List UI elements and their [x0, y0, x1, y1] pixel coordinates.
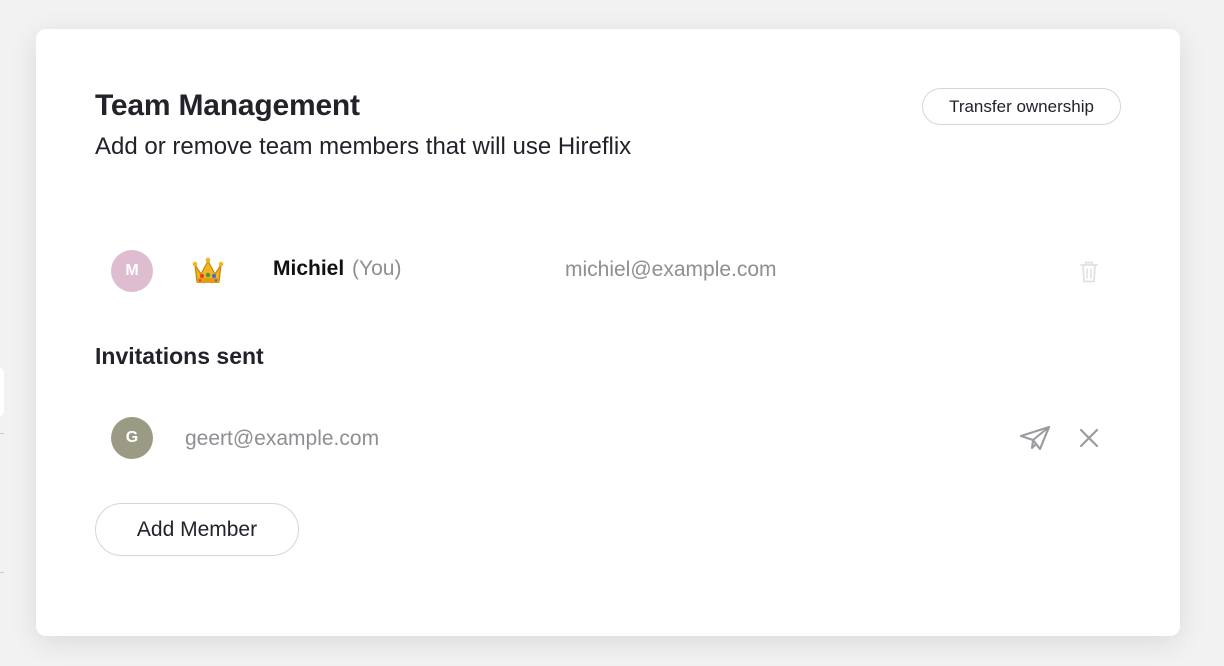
- add-member-button[interactable]: Add Member: [95, 503, 299, 556]
- background-divider: [0, 433, 4, 434]
- crown-icon: [192, 257, 224, 283]
- page-subtitle: Add or remove team members that will use…: [95, 133, 632, 160]
- invitations-title: Invitations sent: [95, 343, 264, 369]
- avatar: M: [111, 250, 153, 292]
- avatar: G: [111, 417, 153, 459]
- member-row: M Michiel (You) michiel@example.com: [95, 244, 1121, 298]
- member-name: Michiel (You): [273, 257, 401, 281]
- team-management-card: Team Management Add or remove team membe…: [36, 29, 1180, 636]
- background-divider: [0, 572, 4, 573]
- member-email: michiel@example.com: [565, 258, 777, 281]
- background-side-tab: [0, 368, 4, 416]
- close-icon[interactable]: [1078, 427, 1100, 449]
- paper-plane-icon[interactable]: [1019, 424, 1051, 452]
- transfer-ownership-button[interactable]: Transfer ownership: [922, 88, 1121, 125]
- page-title: Team Management: [95, 89, 360, 122]
- invitation-email: geert@example.com: [185, 427, 380, 450]
- member-name-text: Michiel: [273, 257, 345, 280]
- trash-icon[interactable]: [1078, 260, 1100, 284]
- invitation-row: G geert@example.com: [95, 414, 1121, 464]
- you-label: (You): [352, 257, 402, 280]
